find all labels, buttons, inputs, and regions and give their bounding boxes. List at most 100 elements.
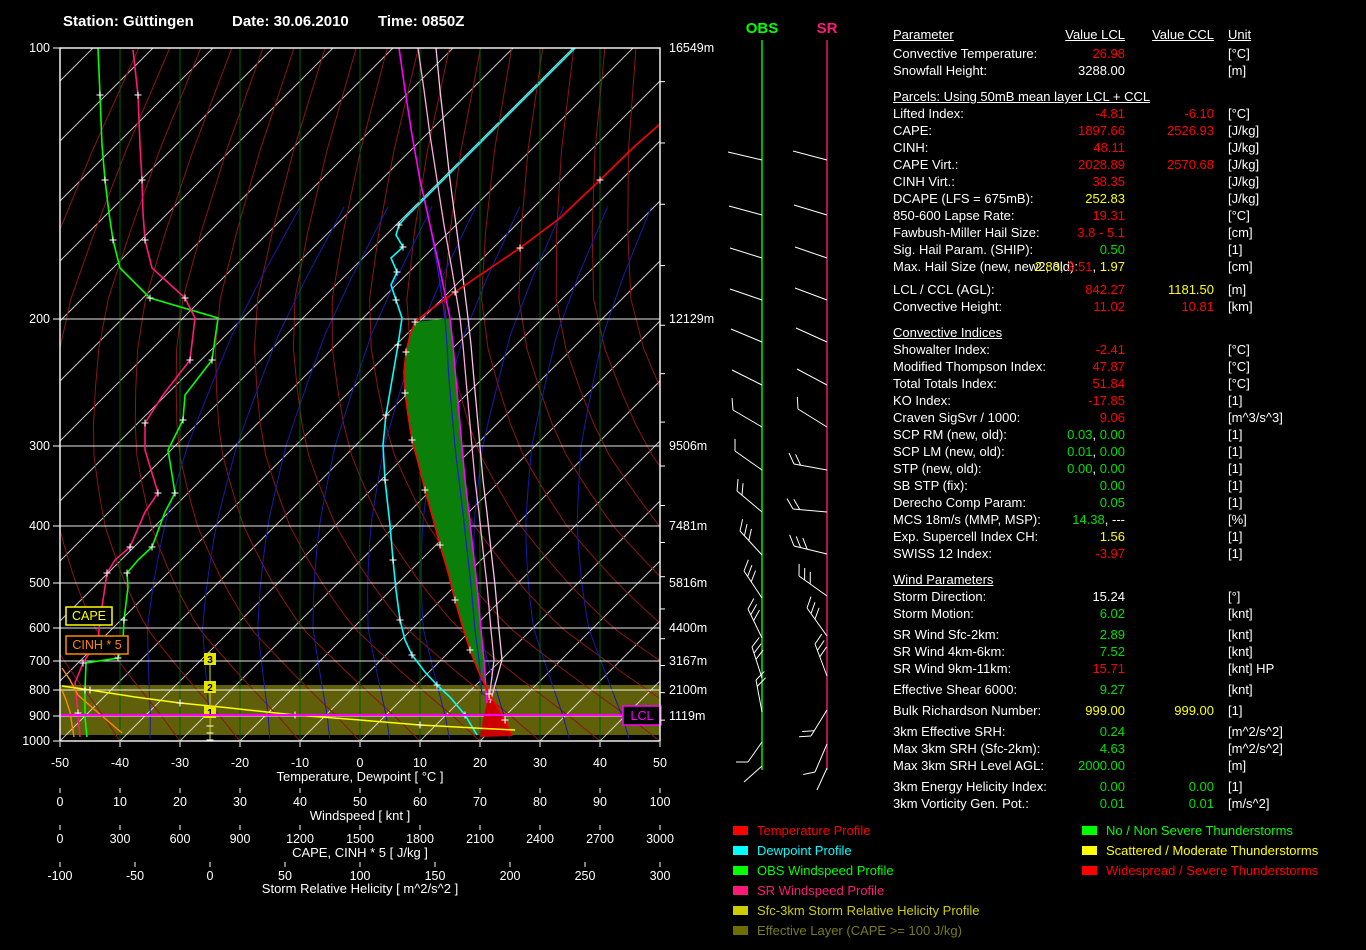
- altitude-label: 7481m: [669, 519, 707, 533]
- unit-label: [°C]: [1228, 341, 1250, 358]
- unit-label: [1]: [1228, 545, 1242, 562]
- unit-label: [knt] HP: [1228, 660, 1274, 677]
- wind-barb: [787, 499, 827, 512]
- parameter-row: Showalter Index:-2.41[°C]: [893, 341, 1363, 358]
- axis-title: Storm Relative Helicity [ m^2/s^2 ]: [262, 881, 458, 896]
- wind-barb: [797, 397, 827, 427]
- unit-label: [J/kg]: [1228, 173, 1259, 190]
- axis-tick-label: 3000: [646, 832, 674, 846]
- altitude-label: 16549m: [669, 41, 714, 55]
- parameter-row: SB STP (fix):0.00[1]: [893, 477, 1363, 494]
- unit-label: [m]: [1228, 281, 1246, 298]
- value-lcl: 3.8 - 5.1: [893, 224, 1125, 241]
- legend-label: Sfc-3km Storm Relative Helicity Profile: [757, 903, 980, 918]
- parameter-row: Convective Temperature:26.98[°C]: [893, 45, 1363, 62]
- legend-swatch: [733, 906, 748, 915]
- svg-text:2: 2: [207, 683, 213, 694]
- value-lcl: 0.05: [893, 494, 1125, 511]
- wind-barb: [793, 151, 827, 160]
- axis-title: Windspeed [ knt ]: [310, 808, 410, 823]
- wind-barb: [732, 398, 762, 427]
- value-lcl: 1.56: [893, 528, 1125, 545]
- legend-swatch: [733, 826, 748, 835]
- legend-swatch: [1082, 826, 1097, 835]
- unit-label: [°C]: [1228, 375, 1250, 392]
- section-title: Wind Parameters: [893, 571, 1363, 588]
- svg-text:CAPE: CAPE: [72, 609, 106, 623]
- value-lcl: 47.87: [893, 358, 1125, 375]
- value-lcl: 2.83, 3.51, 1.97: [893, 258, 1125, 275]
- unit-label: [m^3/s^3]: [1228, 409, 1283, 426]
- parameter-row: LCL / CCL (AGL):842.271181.50[m]: [893, 281, 1363, 298]
- parameter-row: Effective Shear 6000:9.27[knt]: [893, 681, 1363, 698]
- legend-label: SR Windspeed Profile: [757, 883, 884, 898]
- pressure-label: 400: [29, 519, 50, 533]
- legend-label: OBS Windspeed Profile: [757, 863, 894, 878]
- legend-profile-item: Temperature Profile: [733, 823, 980, 843]
- value-lcl: 9.27: [893, 681, 1125, 698]
- parameter-row: Exp. Supercell Index CH:1.56[1]: [893, 528, 1363, 545]
- parameter-row: Storm Direction:15.24[°]: [893, 588, 1363, 605]
- value-lcl: 0.01, 0.00: [893, 443, 1125, 460]
- wind-barb: [736, 742, 762, 762]
- pressure-label: 700: [29, 654, 50, 668]
- axis-tick-label: 80: [533, 795, 547, 809]
- unit-label: [knt]: [1228, 605, 1253, 622]
- unit-label: [knt]: [1228, 626, 1253, 643]
- parameter-row: Max. Hail Size (new, new2, old):2.83, 3.…: [893, 258, 1363, 275]
- unit-label: [knt]: [1228, 643, 1253, 660]
- value-ccl: 2526.93: [893, 122, 1214, 139]
- wind-barb: [740, 519, 762, 555]
- axis-tick-label: 30: [233, 795, 247, 809]
- sr-column-label: SR: [817, 20, 838, 37]
- unit-label: [1]: [1228, 241, 1242, 258]
- axis-tick-label: -40: [111, 756, 129, 770]
- svg-text:3: 3: [207, 655, 213, 666]
- legend-label: Dewpoint Profile: [757, 843, 852, 858]
- axis-tick-label: 600: [170, 832, 191, 846]
- legend-severity-item: Widespread / Severe Thunderstorms: [1082, 863, 1318, 883]
- pressure-label: 1000: [22, 734, 50, 748]
- value-lcl: 0.03, 0.00: [893, 426, 1125, 443]
- legend-profile-item: Effective Layer (CAPE >= 100 J/kg): [733, 923, 980, 943]
- wind-barb: [756, 671, 766, 712]
- parameter-row: CAPE:1897.662526.93[J/kg]: [893, 122, 1363, 139]
- parameter-row: SCP RM (new, old):0.03, 0.00[1]: [893, 426, 1363, 443]
- unit-label: [J/kg]: [1228, 139, 1259, 156]
- legend-profile-item: Dewpoint Profile: [733, 843, 980, 863]
- altitude-label: 3167m: [669, 654, 707, 668]
- unit-label: [1]: [1228, 528, 1242, 545]
- wind-barb: [796, 328, 827, 342]
- legend-label: No / Non Severe Thunderstorms: [1106, 823, 1293, 838]
- plot-area: 1 2 3: [0, 48, 890, 742]
- axis-tick-label: 10: [413, 756, 427, 770]
- unit-label: [cm]: [1228, 224, 1253, 241]
- value-lcl: 48.11: [893, 139, 1125, 156]
- unit-label: [m/s^2]: [1228, 795, 1270, 812]
- altitude-label: 4400m: [669, 621, 707, 635]
- axis-tick-label: -50: [126, 869, 144, 883]
- wind-barb: [728, 152, 762, 160]
- app-root: Station: Güttingen Date: 30.06.2010 Time…: [0, 0, 1366, 950]
- wind-barb: [748, 599, 762, 638]
- legend-label: Scattered / Moderate Thunderstorms: [1106, 843, 1318, 858]
- svg-text:1: 1: [207, 708, 213, 719]
- wind-barb: [797, 369, 827, 385]
- parameter-row: Craven SigSvr / 1000:9.06[m^3/s^3]: [893, 409, 1363, 426]
- legend-swatch: [733, 926, 748, 935]
- parameter-row: SR Wind 4km-6km:7.52[knt]: [893, 643, 1363, 660]
- axis-tick-label: 20: [173, 795, 187, 809]
- value-ccl: 0.01: [893, 795, 1214, 812]
- wind-barb: [744, 766, 762, 782]
- value-lcl: 38.35: [893, 173, 1125, 190]
- parameter-row: Lifted Index:-4.81-6.10[°C]: [893, 105, 1363, 122]
- unit-label: [m^2/s^2]: [1228, 740, 1283, 757]
- unit-label: [m]: [1228, 757, 1246, 774]
- value-lcl: 0.00, 0.00: [893, 460, 1125, 477]
- parameter-row: 850-600 Lapse Rate:19.31[°C]: [893, 207, 1363, 224]
- cape-area: [404, 318, 489, 703]
- unit-label: [°]: [1228, 588, 1240, 605]
- wind-barb-columns: OBSSR: [728, 20, 838, 790]
- axis-tick-label: 1500: [346, 832, 374, 846]
- unit-label: [1]: [1228, 426, 1242, 443]
